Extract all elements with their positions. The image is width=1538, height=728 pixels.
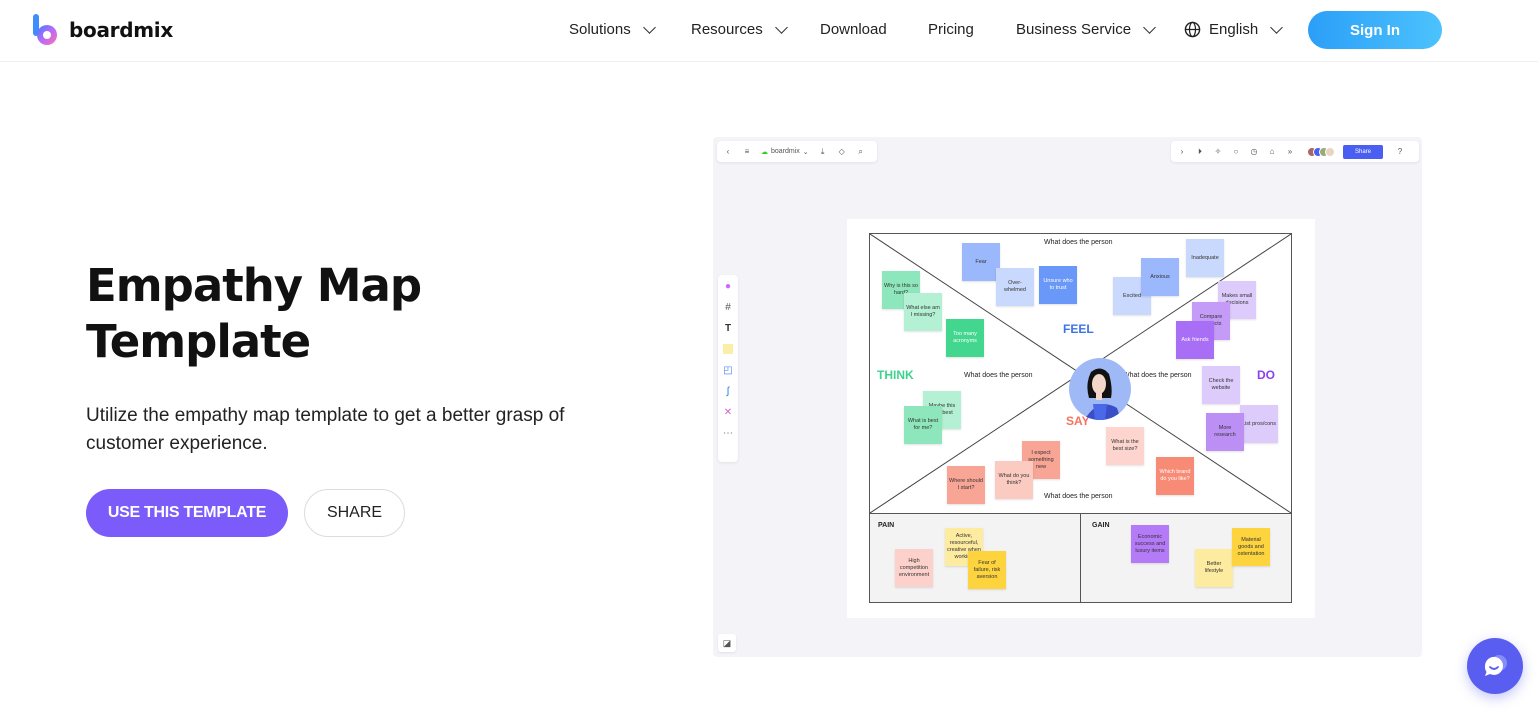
quadrant-label-do: DO xyxy=(1257,368,1275,382)
help-icon[interactable]: ? xyxy=(1395,147,1405,157)
sticky-note[interactable]: What do you think? xyxy=(995,461,1033,499)
hero-description: Utilize the empathy map template to get … xyxy=(86,405,565,454)
timer-icon[interactable]: ◷ xyxy=(1249,147,1259,157)
chevron-down-icon xyxy=(774,20,788,34)
sticky-note[interactable]: Too many acronyms xyxy=(946,319,984,357)
sticky-note[interactable]: Ask friends xyxy=(1176,321,1214,359)
chevron-down-icon xyxy=(1270,20,1284,34)
preview-share-button[interactable]: Share xyxy=(1343,144,1383,159)
prompt-bottom: What does the person xyxy=(1044,493,1113,500)
avatar xyxy=(1325,146,1335,157)
chevron-down-icon xyxy=(1143,20,1156,34)
quadrant-label-think: THINK xyxy=(877,368,914,382)
text-icon[interactable]: T xyxy=(722,322,734,334)
prompt-left: What does the person xyxy=(964,372,1033,379)
nav-download[interactable]: Download xyxy=(820,21,887,38)
nav-label: Pricing xyxy=(928,21,974,38)
template-preview[interactable]: ‹ ≡ ☁ boardmix ⌄ ⤓ ◇ ⌕ › ⏵ ✧ ○ ◷ ⌂ » Share… xyxy=(713,137,1422,657)
sticky-note[interactable]: What is best for me? xyxy=(904,406,942,444)
sticky-note[interactable]: Unsure who to trust xyxy=(1039,266,1077,304)
sticky-note[interactable]: Economic success and luxury items xyxy=(1131,525,1169,563)
prompt-top: What does the person xyxy=(1044,239,1113,246)
title-line-2: Template xyxy=(86,315,311,368)
nav-solutions[interactable]: Solutions xyxy=(569,20,656,38)
section-divider xyxy=(1080,514,1081,603)
brand-name: boardmix xyxy=(69,18,173,42)
minimap-toggle-icon[interactable]: ◪ xyxy=(718,634,736,652)
expand-icon[interactable]: › xyxy=(1177,147,1187,157)
sticky-note[interactable]: Fear of failure, risk aversion xyxy=(968,551,1006,589)
sticky-note[interactable]: What is the best size? xyxy=(1106,427,1144,465)
sticky-note[interactable]: Which brand do you like? xyxy=(1156,457,1194,495)
template-icon[interactable]: ● xyxy=(722,280,734,292)
mindmap-icon[interactable]: ✕ xyxy=(722,406,734,418)
frame-icon[interactable]: # xyxy=(722,301,734,313)
nav-pricing[interactable]: Pricing xyxy=(928,21,974,38)
vote-icon[interactable]: ⌂ xyxy=(1267,147,1277,157)
cloud-icon: ☁ xyxy=(761,148,768,156)
sticky-note[interactable]: What else am I missing? xyxy=(904,293,942,331)
menu-icon[interactable]: ≡ xyxy=(742,147,752,157)
sticky-note[interactable]: Where should I start? xyxy=(947,466,985,504)
preview-tool-sidebar: ● # T ◰ ∫ ✕ ⋯ xyxy=(718,275,738,462)
sticky-note[interactable]: Check the website xyxy=(1202,366,1240,404)
sticky-note[interactable]: List pros/cons xyxy=(1240,405,1278,443)
comment-icon[interactable]: ○ xyxy=(1231,147,1241,157)
page-title: Empathy Map Template xyxy=(86,258,422,370)
back-icon[interactable]: ‹ xyxy=(723,147,733,157)
nav-label: Resources xyxy=(691,21,763,38)
shape-icon[interactable]: ◰ xyxy=(722,364,734,376)
sticky-note[interactable]: Inadequate xyxy=(1186,239,1224,277)
collaborator-avatars xyxy=(1307,146,1335,157)
empathy-map-board: What does the person What does the perso… xyxy=(847,219,1315,618)
language-label: English xyxy=(1209,21,1259,38)
connector-icon[interactable]: ∫ xyxy=(722,385,734,397)
pain-gain-section: PAIN GAIN High competition environment A… xyxy=(870,513,1291,603)
play-icon[interactable]: ⏵ xyxy=(1195,147,1205,157)
sticky-note[interactable]: Over-whelmed xyxy=(996,268,1034,306)
empathy-map-frame: What does the person What does the perso… xyxy=(869,233,1292,603)
preview-toolbar-left: ‹ ≡ ☁ boardmix ⌄ ⤓ ◇ ⌕ xyxy=(717,141,877,162)
boardmix-logo-icon xyxy=(33,14,57,45)
sticky-note[interactable]: Fear xyxy=(962,243,1000,281)
sticky-note[interactable]: More research xyxy=(1206,413,1244,451)
persona-avatar xyxy=(1069,358,1131,420)
chevron-down-icon: ⌄ xyxy=(802,148,809,156)
sticky-note[interactable]: High competition environment xyxy=(895,549,933,587)
nav-label: Download xyxy=(820,21,887,38)
language-selector[interactable]: English xyxy=(1184,20,1284,38)
board-name[interactable]: ☁ boardmix ⌄ xyxy=(761,148,809,156)
more-chevrons-icon[interactable]: » xyxy=(1285,147,1295,157)
share-button[interactable]: SHARE xyxy=(304,489,405,537)
globe-icon xyxy=(1184,21,1201,38)
site-header: boardmix Solutions Resources Download Pr… xyxy=(0,0,1538,62)
sticky-note[interactable]: Better lifestyle xyxy=(1195,549,1233,587)
more-tools-icon[interactable]: ⋯ xyxy=(722,427,734,439)
preview-toolbar-right: › ⏵ ✧ ○ ◷ ⌂ » Share ? xyxy=(1171,141,1419,162)
title-line-1: Empathy Map xyxy=(86,259,422,312)
chat-support-button[interactable] xyxy=(1467,638,1523,694)
chat-bubble-icon xyxy=(1484,655,1507,676)
nav-label: Solutions xyxy=(569,21,631,38)
celebrate-icon[interactable]: ✧ xyxy=(1213,147,1223,157)
download-icon[interactable]: ⤓ xyxy=(818,147,828,157)
chevron-down-icon xyxy=(642,20,656,34)
sticky-note[interactable]: Anxious xyxy=(1141,258,1179,296)
prompt-right: What does the person xyxy=(1123,372,1192,379)
brand-logo[interactable]: boardmix xyxy=(33,14,173,46)
tag-icon[interactable]: ◇ xyxy=(837,147,847,157)
nav-resources[interactable]: Resources xyxy=(691,20,788,38)
quadrant-label-feel: FEEL xyxy=(1063,322,1094,336)
sticky-note[interactable]: Material goods and ostentation xyxy=(1232,528,1270,566)
board-name-label: boardmix xyxy=(771,148,800,155)
nav-business-service[interactable]: Business Service xyxy=(1016,20,1156,38)
sticky-note-icon[interactable] xyxy=(722,343,734,355)
nav-label: Business Service xyxy=(1016,21,1132,38)
pain-label: PAIN xyxy=(878,522,895,529)
search-icon[interactable]: ⌕ xyxy=(856,147,866,157)
gain-label: GAIN xyxy=(1092,522,1110,529)
sign-in-button[interactable]: Sign In xyxy=(1308,11,1442,49)
use-template-button[interactable]: USE THIS TEMPLATE xyxy=(86,489,288,537)
